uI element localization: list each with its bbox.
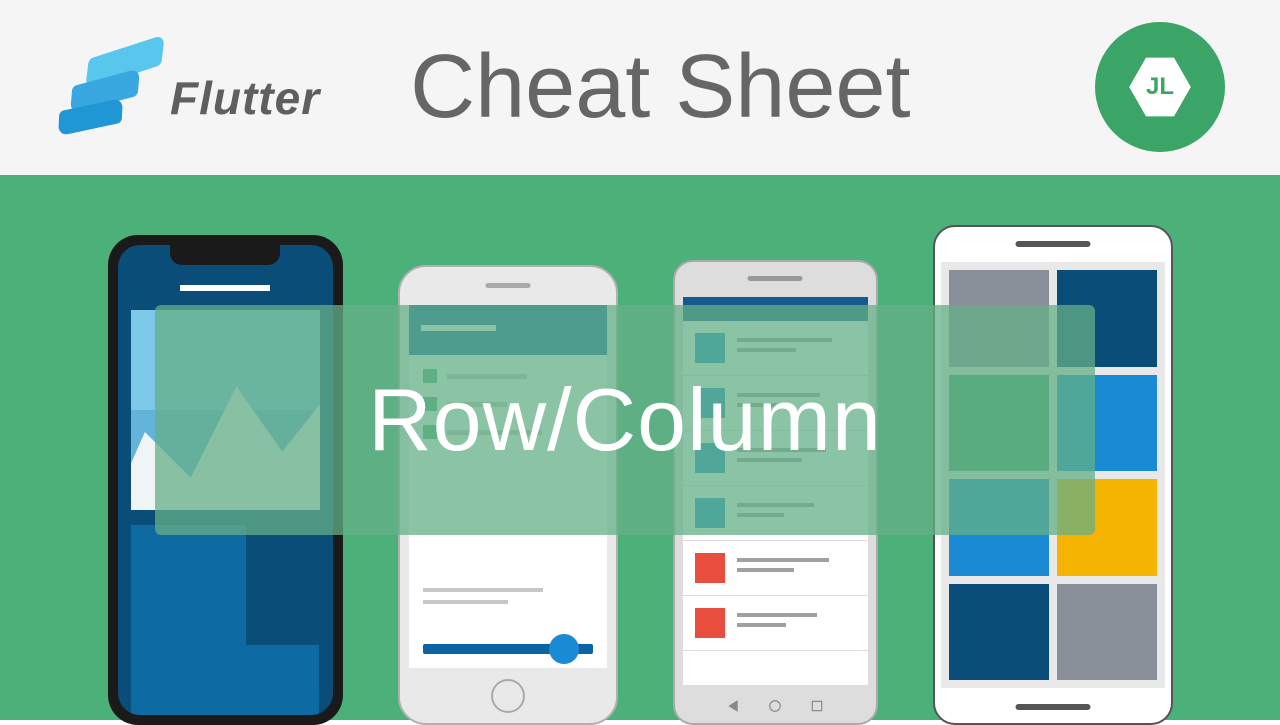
topic-label: Row/Column (368, 369, 882, 471)
speaker-icon (748, 276, 803, 281)
home-button-icon (491, 679, 525, 713)
flutter-logo: Flutter (50, 33, 320, 143)
flutter-brush-icon (50, 33, 160, 143)
speaker-icon (1015, 704, 1090, 710)
header: Flutter Cheat Sheet JL (0, 0, 1280, 175)
speaker-icon (1015, 241, 1090, 247)
phone1-card (131, 525, 246, 645)
android-navbar (726, 699, 824, 713)
phone2-footer (409, 588, 607, 668)
flutter-logo-text: Flutter (170, 71, 320, 125)
author-badge: JL (1095, 22, 1225, 152)
author-badge-text: JL (1146, 73, 1174, 101)
hexagon-icon: JL (1125, 52, 1195, 122)
stage: Row/Column (0, 175, 1280, 720)
home-icon (768, 699, 782, 713)
grid-tile (1057, 584, 1157, 681)
grid-tile (949, 584, 1049, 681)
list-item (683, 541, 868, 596)
back-icon (726, 699, 740, 713)
phone1-title-bar (180, 285, 270, 291)
phone1-bottom-card (131, 645, 319, 715)
topic-overlay: Row/Column (155, 305, 1095, 535)
speaker-icon (485, 283, 530, 288)
list-item (683, 596, 868, 651)
recents-icon (810, 699, 824, 713)
notch-icon (170, 245, 280, 265)
slider-thumb (549, 634, 579, 664)
